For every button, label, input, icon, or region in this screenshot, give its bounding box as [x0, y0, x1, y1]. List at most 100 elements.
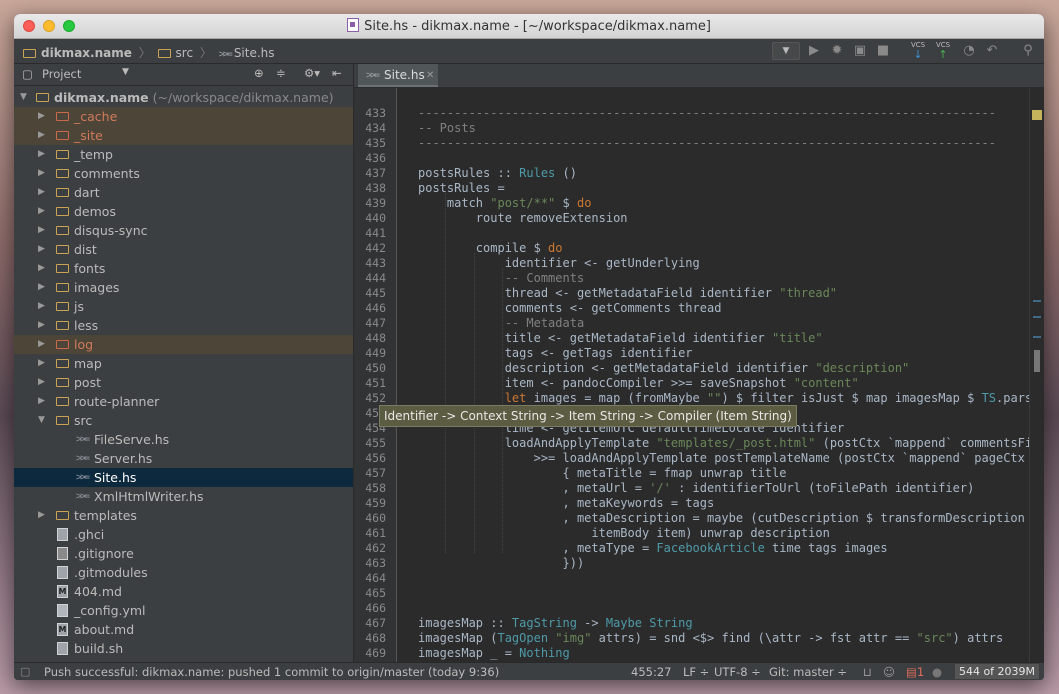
memory-indicator[interactable]: 544 of 2039M [955, 664, 1039, 679]
code-line[interactable]: })) [418, 556, 584, 571]
tree-file[interactable]: >>=Server.hs [14, 449, 353, 468]
error-stripe[interactable] [1029, 88, 1044, 662]
chevron-down-icon[interactable]: ▼ [122, 67, 129, 77]
code-editor[interactable]: 4334344354364374384394404414424434444454… [354, 88, 1044, 662]
tree-folder[interactable]: ▶less [14, 316, 353, 335]
git-branch-selector[interactable]: Git: master ÷ [769, 663, 847, 680]
stripe-marker[interactable] [1033, 316, 1041, 318]
tree-file[interactable]: .gitignore [14, 544, 353, 563]
chevron-right-icon[interactable]: ▶ [38, 164, 48, 183]
chevron-right-icon[interactable]: ▶ [38, 183, 48, 202]
breadcrumb-item-file[interactable]: >>=Site.hs [219, 46, 275, 60]
code-line[interactable]: description <- getMetadataField identifi… [418, 361, 909, 376]
chevron-right-icon[interactable]: ▶ [38, 392, 48, 411]
tree-folder[interactable]: ▶log [14, 335, 353, 354]
code-line[interactable]: postsRules :: Rules () [418, 166, 577, 181]
run-icon[interactable]: ▶ [806, 43, 822, 59]
chevron-right-icon[interactable]: ▶ [38, 278, 48, 297]
tree-file[interactable]: build.sh [14, 639, 353, 658]
chevron-right-icon[interactable]: ▶ [38, 297, 48, 316]
coverage-icon[interactable]: ▣ [852, 43, 868, 59]
search-icon[interactable]: ⚲ [1020, 43, 1036, 59]
code-line[interactable]: ----------------------------------------… [418, 136, 996, 151]
chevron-right-icon[interactable]: ▶ [38, 506, 48, 525]
stripe-marker[interactable] [1033, 336, 1041, 338]
tool-windows-icon[interactable]: ▢ [20, 663, 30, 680]
chevron-right-icon[interactable]: ▶ [38, 240, 48, 259]
event-log-icon[interactable]: ▤1 [906, 663, 917, 680]
code-line[interactable]: >>= loadAndApplyTemplate postTemplateNam… [418, 451, 1044, 466]
tree-file[interactable]: >>=XmlHtmlWriter.hs [14, 487, 353, 506]
code-text[interactable]: ----------------------------------------… [418, 88, 1038, 662]
tree-folder[interactable]: ▶demos [14, 202, 353, 221]
tab-site-hs[interactable]: >>= Site.hs ✕ [358, 64, 438, 87]
tree-file[interactable]: _config.yml [14, 601, 353, 620]
lock-icon[interactable]: ⊔ [863, 663, 872, 680]
tree-folder[interactable]: ▶_site [14, 126, 353, 145]
vcs-commit-button[interactable]: VCS↑ [933, 41, 953, 60]
tree-file[interactable]: >>=FileServe.hs [14, 430, 353, 449]
code-line[interactable]: item <- pandocCompiler >>= saveSnapshot … [418, 376, 859, 391]
code-line[interactable]: , metaDescription = maybe (cutDescriptio… [418, 511, 1044, 526]
code-line[interactable]: thread <- getMetadataField identifier "t… [418, 286, 837, 301]
collapse-all-icon[interactable]: ≑ [276, 66, 286, 80]
chevron-right-icon[interactable]: ▶ [38, 354, 48, 373]
chevron-right-icon[interactable]: ▶ [38, 126, 48, 145]
chevron-right-icon[interactable]: ▶ [38, 145, 48, 164]
code-line[interactable]: itemBody item) unwrap description [418, 526, 830, 541]
chevron-right-icon[interactable]: ▶ [38, 202, 48, 221]
inspection-status-icon[interactable] [1032, 110, 1042, 120]
breadcrumb-item-project[interactable]: dikmax.name [23, 46, 132, 60]
tree-folder[interactable]: ▶images [14, 278, 353, 297]
project-view-selector[interactable]: Project [42, 67, 81, 81]
tree-folder[interactable]: ▶map [14, 354, 353, 373]
encoding-selector[interactable]: UTF-8 ÷ [714, 663, 761, 680]
code-line[interactable]: { metaTitle = fmap unwrap title [418, 466, 786, 481]
close-tab-icon[interactable]: ✕ [426, 64, 434, 87]
debug-icon[interactable]: ✹ [829, 43, 845, 59]
tree-folder[interactable]: ▼src [14, 411, 353, 430]
scrollbar-thumb[interactable] [1034, 350, 1040, 372]
chevron-down-icon[interactable]: ▼ [20, 88, 30, 107]
chevron-right-icon[interactable]: ▶ [38, 373, 48, 392]
code-line[interactable]: let images = map (fromMaybe "") $ filter… [418, 391, 1044, 406]
status-message[interactable]: Push successful: dikmax.name: pushed 1 c… [44, 663, 499, 680]
code-line[interactable]: postsRules = [418, 181, 505, 196]
code-line[interactable]: route removeExtension [418, 211, 628, 226]
tree-folder[interactable]: ▶disqus-sync [14, 221, 353, 240]
tree-root[interactable]: ▼ dikmax.name (~/workspace/dikmax.name) [14, 88, 353, 107]
tree-file[interactable]: M404.md [14, 582, 353, 601]
tree-folder[interactable]: ▶templates [14, 506, 353, 525]
code-line[interactable]: tags <- getTags identifier [418, 346, 693, 361]
code-line[interactable]: loadAndApplyTemplate "templates/_post.ht… [418, 436, 1044, 451]
breadcrumb-item-src[interactable]: src [158, 46, 194, 60]
hide-panel-icon[interactable]: ⇤ [332, 66, 342, 80]
code-line[interactable]: -- Metadata [418, 316, 584, 331]
code-line[interactable]: title <- getMetadataField identifier "ti… [418, 331, 823, 346]
code-line[interactable]: imagesMap _ = Nothing [418, 646, 570, 661]
chevron-right-icon[interactable]: ▶ [38, 335, 48, 354]
code-line[interactable]: -- Posts [418, 121, 476, 136]
code-line[interactable]: comments <- getComments thread [418, 301, 721, 316]
run-configuration-dropdown[interactable]: ▼ [772, 42, 800, 60]
code-line[interactable]: imagesMap (TagOpen "img" attrs) = snd <$… [418, 631, 1003, 646]
code-line[interactable]: , metaUrl = '/' : identifierToUrl (toFil… [418, 481, 974, 496]
locate-icon[interactable]: ⊕ [254, 66, 264, 80]
code-line[interactable]: imagesMap :: TagString -> Maybe String [418, 616, 693, 631]
tree-folder[interactable]: ▶dist [14, 240, 353, 259]
vcs-update-button[interactable]: VCS↓ [908, 41, 928, 60]
tree-folder[interactable]: ▶_cache [14, 107, 353, 126]
stripe-marker[interactable] [1033, 300, 1041, 302]
inspector-icon[interactable]: ☺ [883, 663, 895, 680]
code-line[interactable]: , metaKeywords = tags [418, 496, 714, 511]
chevron-right-icon[interactable]: ▶ [38, 259, 48, 278]
revert-icon[interactable]: ↶ [984, 43, 1000, 59]
tree-folder[interactable]: ▶_temp [14, 145, 353, 164]
chevron-right-icon[interactable]: ▶ [38, 221, 48, 240]
caret-position[interactable]: 455:27 [631, 663, 671, 680]
tree-file[interactable]: >>=Site.hs [14, 468, 353, 487]
settings-gear-icon[interactable]: ⚙▾ [304, 66, 320, 80]
tree-file[interactable]: .gitmodules [14, 563, 353, 582]
tree-folder[interactable]: ▶js [14, 297, 353, 316]
stop-icon[interactable]: ■ [875, 43, 891, 59]
